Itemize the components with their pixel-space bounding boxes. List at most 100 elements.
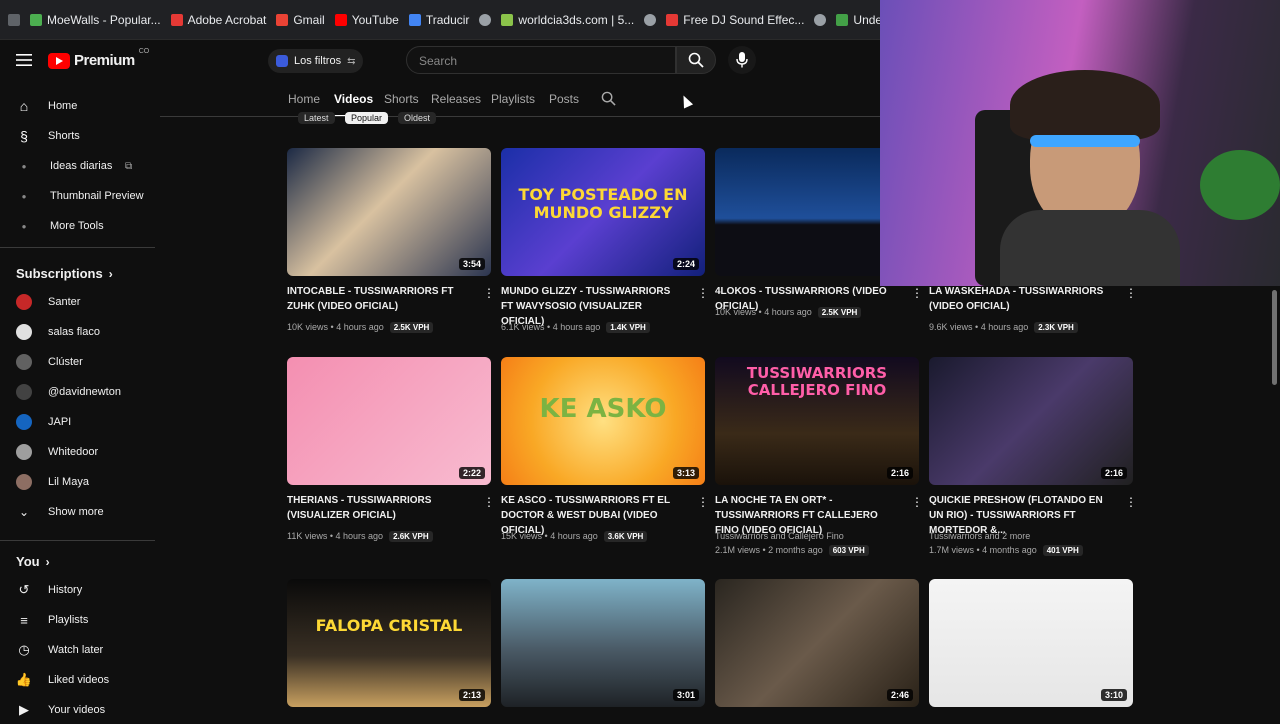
menu-icon[interactable]: [16, 52, 32, 68]
video-thumbnail[interactable]: 3:10: [929, 579, 1133, 707]
filters-extension-button[interactable]: Los filtros ⇆: [268, 49, 364, 73]
webcam-overlay: [880, 0, 1280, 286]
avatar: [16, 414, 32, 430]
video-thumbnail[interactable]: KE ASKO 3:13: [501, 357, 705, 485]
channel-name[interactable]: Tussiwarriors and 2 more: [929, 531, 1030, 541]
more-actions-icon[interactable]: ⋮: [911, 495, 923, 509]
like-icon: 👍: [15, 672, 33, 687]
sort-popular-chip[interactable]: Popular: [345, 112, 389, 124]
tab-releases[interactable]: Releases: [431, 92, 481, 106]
more-actions-icon[interactable]: ⋮: [1125, 495, 1137, 509]
search-input[interactable]: Search: [406, 46, 676, 74]
tab-posts[interactable]: Posts: [549, 92, 579, 106]
subscription-item[interactable]: salas flaco: [0, 318, 155, 346]
video-thumbnail[interactable]: 2:22: [287, 357, 491, 485]
you-heading[interactable]: You ›: [16, 554, 50, 569]
youtube-logo[interactable]: Premium CO: [48, 48, 149, 69]
bookmark-item[interactable]: Free DJ Sound Effec...: [666, 13, 804, 27]
vph-badge: 3.6K VPH: [603, 531, 648, 542]
bookmark-item[interactable]: Traducir: [408, 13, 469, 27]
bookmark-item[interactable]: [644, 13, 657, 26]
video-thumbnail[interactable]: 3:01: [501, 579, 705, 707]
video-meta: 6.1K views • 4 hours ago 1.4K VPH: [501, 322, 650, 333]
search-button[interactable]: [676, 46, 716, 74]
sort-oldest-chip[interactable]: Oldest: [398, 112, 437, 124]
apps-grid-icon[interactable]: [8, 13, 20, 26]
vph-badge: 1.4K VPH: [606, 322, 650, 333]
upload-age: 2 months ago: [768, 545, 823, 555]
upload-age: 4 months ago: [982, 545, 1037, 555]
video-thumbnail[interactable]: 3:54: [287, 148, 491, 276]
playlists-icon: ≡: [20, 612, 28, 628]
subscription-item[interactable]: Whitedoor: [0, 438, 155, 466]
tab-videos[interactable]: Videos: [334, 92, 373, 106]
view-count: 11K views: [287, 531, 328, 541]
sidebar-item-shorts[interactable]: § Shorts: [0, 122, 155, 150]
more-actions-icon[interactable]: ⋮: [483, 286, 495, 300]
tab-home[interactable]: Home: [288, 92, 320, 106]
subscription-item[interactable]: @davidnewton: [0, 378, 155, 406]
tab-playlists[interactable]: Playlists: [491, 92, 535, 106]
sidebar-item-playlists[interactable]: ≡ Playlists: [0, 606, 155, 634]
sort-latest-chip[interactable]: Latest: [298, 112, 335, 124]
bookmark-item[interactable]: MoeWalls - Popular...: [30, 13, 161, 27]
video-thumbnail[interactable]: TOY POSTEADO EN MUNDO GLIZZY 2:24: [501, 148, 705, 276]
more-actions-icon[interactable]: ⋮: [911, 286, 923, 300]
bookmark-item[interactable]: Gmail: [276, 13, 325, 27]
vph-badge: 2.3K VPH: [1034, 322, 1078, 333]
headband: [1030, 135, 1140, 147]
channel-avatar: [16, 354, 32, 370]
channel-name[interactable]: Tussiwarriors and Callejero Fino: [715, 531, 844, 541]
video-title[interactable]: LA WASKEHADA - TUSSIWARRIORS (VIDEO OFIC…: [929, 284, 1113, 314]
dj-icon: [666, 13, 679, 26]
worldcia-icon: [501, 13, 514, 26]
channel-search-icon[interactable]: [601, 91, 616, 111]
video-duration: 2:16: [1100, 467, 1127, 479]
microphone-icon: [736, 52, 748, 68]
youtube-play-icon: [48, 52, 70, 69]
logo-country: CO: [138, 48, 150, 55]
sidebar-item-ideas-diarias[interactable]: ● Ideas diarias ⧉: [0, 152, 155, 180]
more-actions-icon[interactable]: ⋮: [1125, 286, 1137, 300]
video-thumbnail[interactable]: TUSSIWARRIORS CALLEJERO FINO 2:16: [715, 357, 919, 485]
bookmark-item[interactable]: Adobe Acrobat: [170, 13, 266, 27]
subscription-item[interactable]: Santer: [0, 288, 155, 316]
page-scrollbar[interactable]: [1272, 290, 1277, 385]
sidebar-item-home[interactable]: ⌂ Home: [0, 92, 155, 120]
sidebar-item-more-tools[interactable]: ● More Tools: [0, 212, 155, 240]
meta-separator: •: [544, 322, 553, 332]
bookmark-label: Free DJ Sound Effec...: [683, 12, 805, 27]
more-actions-icon[interactable]: ⋮: [697, 495, 709, 509]
video-thumbnail[interactable]: 2:46: [715, 579, 919, 707]
more-actions-icon[interactable]: ⋮: [483, 495, 495, 509]
show-more-button[interactable]: ⌄ Show more: [0, 498, 155, 526]
sidebar-item-liked-videos[interactable]: 👍 Liked videos: [0, 666, 155, 694]
bookmark-item[interactable]: YouTube: [334, 13, 399, 27]
acrobat-icon: [170, 13, 183, 26]
video-thumbnail[interactable]: 2:16: [929, 357, 1133, 485]
video-thumbnail[interactable]: FALOPA CRISTAL 2:13: [287, 579, 491, 707]
sidebar-item-label: Liked videos: [48, 674, 110, 686]
bookmark-item[interactable]: worldcia3ds.com | 5...: [501, 13, 634, 27]
sidebar-item-label: History: [48, 584, 83, 596]
more-actions-icon[interactable]: ⋮: [697, 286, 709, 300]
video-duration: 2:13: [458, 689, 485, 701]
subscription-item[interactable]: Clúster: [0, 348, 155, 376]
sidebar-item-watch-later[interactable]: ◷ Watch later: [0, 636, 155, 664]
video-title[interactable]: INTOCABLE - TUSSIWARRIORS FT ZUHK (VIDEO…: [287, 284, 471, 314]
subscriptions-heading[interactable]: Subscriptions ›: [16, 266, 113, 281]
sidebar-item-history[interactable]: ↺ History: [0, 576, 155, 604]
subscription-item[interactable]: JAPI: [0, 408, 155, 436]
tab-shorts[interactable]: Shorts: [384, 92, 419, 106]
thumbnail-text: KE ASKO: [539, 394, 667, 424]
voice-search-button[interactable]: [728, 46, 756, 74]
bookmark-item[interactable]: [814, 13, 827, 26]
view-count: 6.1K views: [501, 322, 545, 332]
bookmark-item[interactable]: [479, 13, 492, 26]
sidebar-item-thumbnail-preview[interactable]: ● Thumbnail Preview: [0, 182, 155, 210]
video-title[interactable]: THERIANS - TUSSIWARRIORS (VISUALIZER OFI…: [287, 493, 471, 523]
subscription-item[interactable]: Lil Maya: [0, 468, 155, 496]
subscription-label: Clúster: [48, 356, 83, 368]
upload-age: 4 hours ago: [335, 531, 384, 541]
channel-avatar: [16, 324, 32, 340]
